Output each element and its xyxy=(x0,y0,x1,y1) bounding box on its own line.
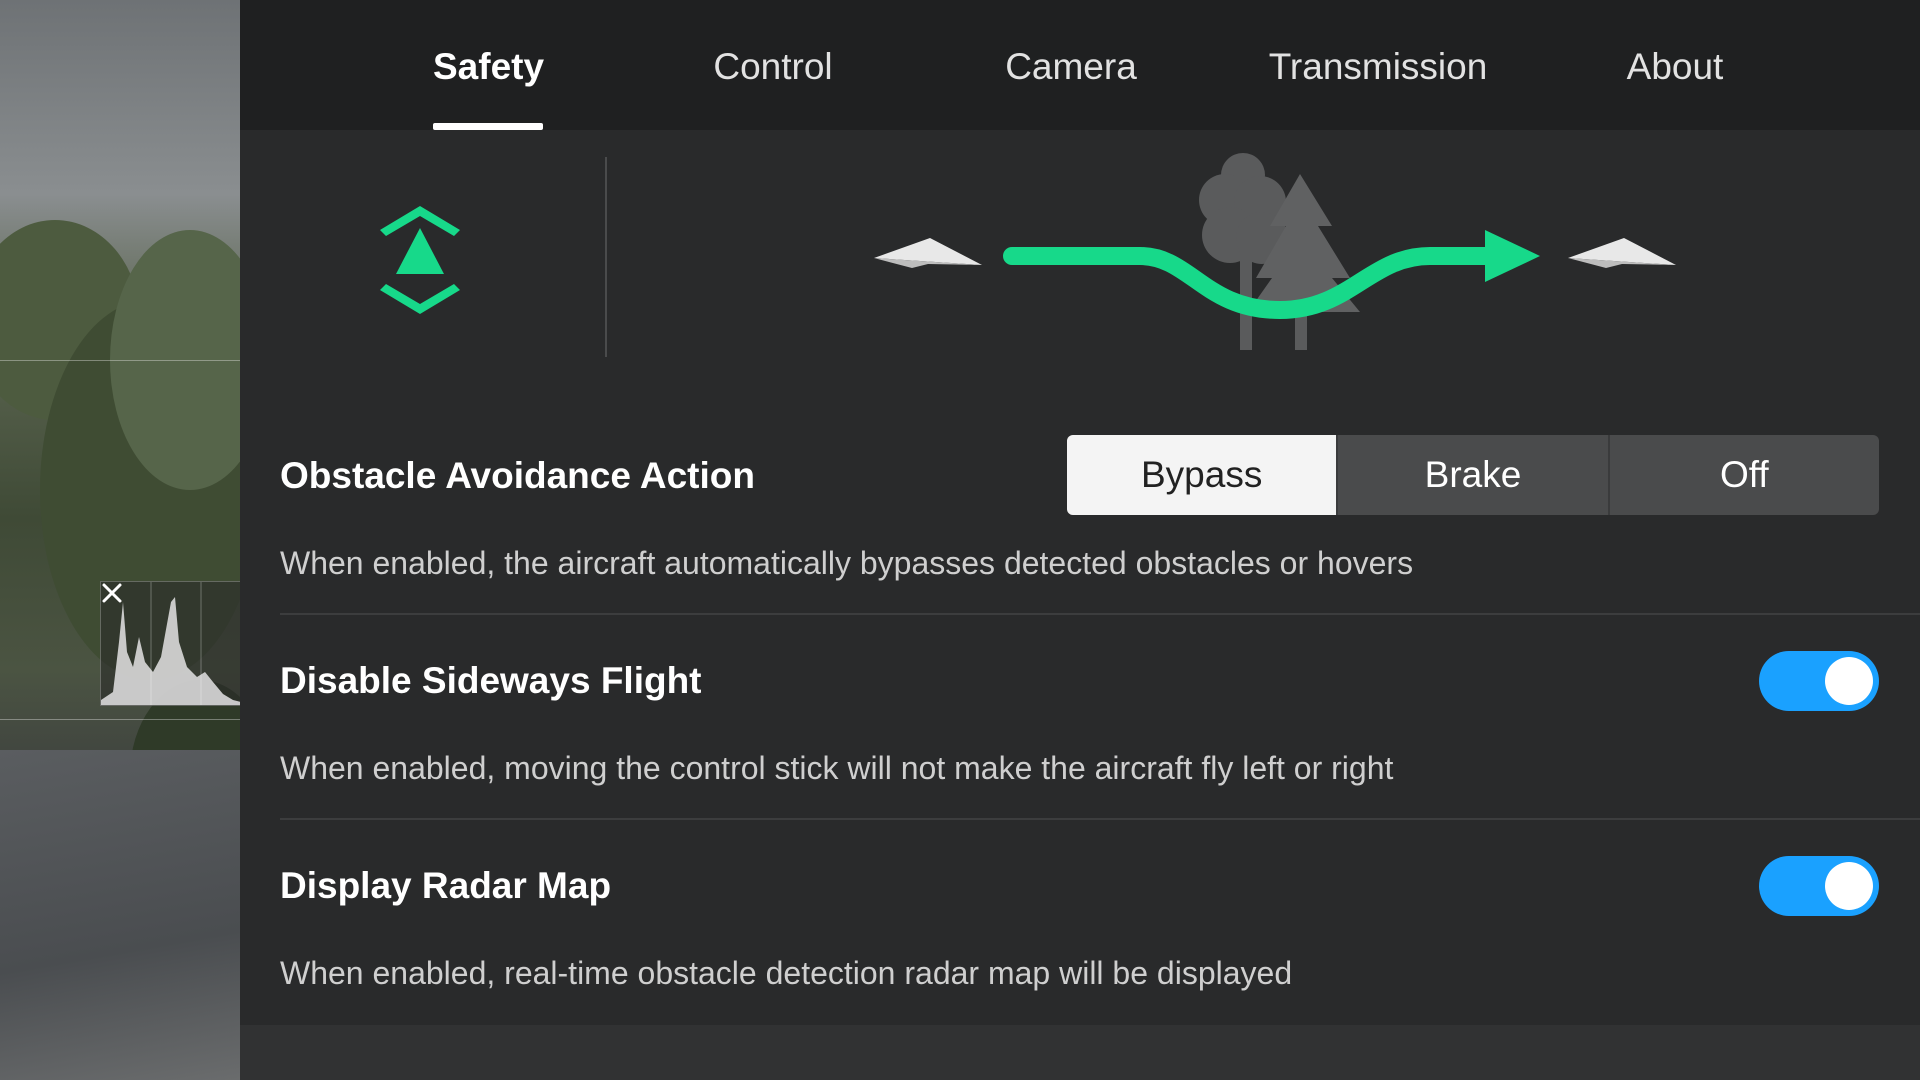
sideways-flight-description: When enabled, moving the control stick w… xyxy=(280,750,1394,786)
toggle-knob xyxy=(1825,657,1873,705)
close-icon[interactable] xyxy=(101,582,123,604)
settings-panel: Safety Control Camera Transmission About xyxy=(240,0,1920,1080)
grid-line xyxy=(0,719,240,720)
sideways-flight-title: Disable Sideways Flight xyxy=(280,660,702,701)
tab-about[interactable]: About xyxy=(1620,0,1730,130)
toggle-knob xyxy=(1825,862,1873,910)
tab-safety[interactable]: Safety xyxy=(433,0,544,130)
row-divider xyxy=(280,613,1920,615)
tab-transmission[interactable]: Transmission xyxy=(1258,0,1498,130)
grid-line xyxy=(0,360,240,361)
obstacle-avoidance-description: When enabled, the aircraft automatically… xyxy=(280,545,1414,581)
camera-feed xyxy=(0,0,240,1080)
histogram-widget[interactable] xyxy=(100,581,240,706)
option-brake[interactable]: Brake xyxy=(1336,435,1607,515)
aircraft-icon xyxy=(874,238,982,268)
bypass-path-arrow-icon xyxy=(1003,247,1509,320)
panel-footer xyxy=(240,1025,1920,1080)
aircraft-icon xyxy=(1568,238,1676,268)
radar-map-toggle[interactable] xyxy=(1759,856,1879,916)
option-off[interactable]: Off xyxy=(1607,435,1879,515)
tab-bar: Safety Control Camera Transmission About xyxy=(240,0,1920,130)
option-bypass[interactable]: Bypass xyxy=(1067,435,1337,515)
obstacle-avoidance-selector[interactable]: Bypass Brake Off xyxy=(1067,435,1879,515)
obstacle-illustration xyxy=(240,130,1920,360)
bypass-diagram xyxy=(874,153,1676,350)
radar-map-description: When enabled, real-time obstacle detecti… xyxy=(280,955,1293,991)
trees-icon xyxy=(1199,153,1360,350)
obstacle-avoidance-title: Obstacle Avoidance Action xyxy=(280,455,755,496)
radar-map-title: Display Radar Map xyxy=(280,865,612,906)
tab-control[interactable]: Control xyxy=(708,0,838,130)
sideways-flight-toggle[interactable] xyxy=(1759,651,1879,711)
road xyxy=(0,750,240,1080)
tab-camera[interactable]: Camera xyxy=(1001,0,1141,130)
row-divider xyxy=(280,818,1920,820)
